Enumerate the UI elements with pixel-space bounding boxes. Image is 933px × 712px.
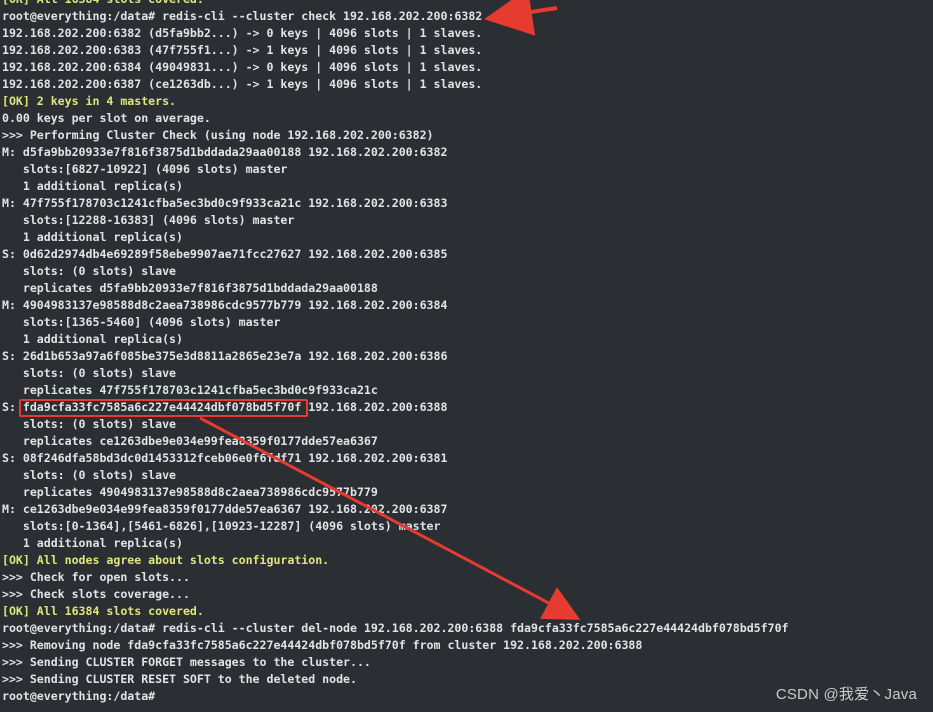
terminal-line: slots: (0 slots) slave	[2, 366, 177, 380]
terminal-line: slots:[12288-16383] (4096 slots) master	[2, 213, 295, 227]
terminal-line: slots: (0 slots) slave	[2, 417, 177, 431]
terminal-line: 1 additional replica(s)	[2, 332, 183, 346]
terminal-line: S: 0d62d2974db4e69289f58ebe9907ae71fcc27…	[2, 247, 448, 261]
terminal-line: replicates d5fa9bb20933e7f816f3875d1bdda…	[2, 281, 378, 295]
terminal-line: >>> Check slots coverage...	[2, 587, 190, 601]
terminal-line: S: 08f246dfa58bd3dc0d1453312fceb06e0f6fd…	[2, 451, 448, 465]
terminal-line: [OK] All 16384 slots covered.	[2, 0, 931, 8]
terminal-line: replicates 4904983137e98588d8c2aea738986…	[2, 485, 378, 499]
terminal-line: [OK] All 16384 slots covered.	[2, 604, 204, 618]
terminal-command-line: root@everything:/data# redis-cli --clust…	[2, 621, 789, 635]
terminal-line: 1 additional replica(s)	[2, 179, 183, 193]
terminal-line: >>> Check for open slots...	[2, 570, 190, 584]
terminal-line: >>> Performing Cluster Check (using node…	[2, 128, 434, 142]
terminal-line: >>> Removing node fda9cfa33fc7585a6c227e…	[2, 638, 643, 652]
terminal-line: slots:[0-1364],[5461-6826],[10923-12287]…	[2, 519, 441, 533]
terminal-line: 0.00 keys per slot on average.	[2, 111, 211, 125]
terminal-line: slots: (0 slots) slave	[2, 468, 177, 482]
terminal-line: M: ce1263dbe9e034e99fea8359f0177dde57ea6…	[2, 502, 448, 516]
terminal-line: 192.168.202.200:6382 (d5fa9bb2...) -> 0 …	[2, 26, 483, 40]
terminal-line: [OK] All nodes agree about slots configu…	[2, 553, 330, 567]
terminal-line: replicates 47f755f178703c1241cfba5ec3bd0…	[2, 383, 378, 397]
terminal-line: S: fda9cfa33fc7585a6c227e44424dbf078bd5f…	[2, 400, 448, 414]
terminal-window[interactable]: [OK] All 16384 slots covered. root@every…	[0, 0, 933, 712]
terminal-line: 192.168.202.200:6387 (ce1263db...) -> 1 …	[2, 77, 483, 91]
terminal-line: [OK] 2 keys in 4 masters.	[2, 94, 177, 108]
terminal-line: slots:[1365-5460] (4096 slots) master	[2, 315, 281, 329]
terminal-line: S: 26d1b653a97a6f085be375e3d8811a2865e23…	[2, 349, 448, 363]
terminal-line: 192.168.202.200:6383 (47f755f1...) -> 1 …	[2, 43, 483, 57]
terminal-line: slots:[6827-10922] (4096 slots) master	[2, 162, 288, 176]
terminal-line: slots: (0 slots) slave	[2, 264, 177, 278]
terminal-output: [OK] All 16384 slots covered. root@every…	[2, 0, 931, 705]
terminal-line: M: 47f755f178703c1241cfba5ec3bd0c9f933ca…	[2, 196, 448, 210]
terminal-line: 1 additional replica(s)	[2, 230, 183, 244]
terminal-line: 192.168.202.200:6384 (49049831...) -> 0 …	[2, 60, 483, 74]
terminal-command-line: root@everything:/data# redis-cli --clust…	[2, 9, 483, 23]
terminal-line: replicates ce1263dbe9e034e99fea8359f0177…	[2, 434, 378, 448]
watermark: CSDN @我爱丶Java	[775, 686, 917, 703]
terminal-line: M: d5fa9bb20933e7f816f3875d1bddada29aa00…	[2, 145, 448, 159]
terminal-line: 1 additional replica(s)	[2, 536, 183, 550]
terminal-line: M: 4904983137e98588d8c2aea738986cdc9577b…	[2, 298, 448, 312]
terminal-line: >>> Sending CLUSTER FORGET messages to t…	[2, 655, 371, 669]
